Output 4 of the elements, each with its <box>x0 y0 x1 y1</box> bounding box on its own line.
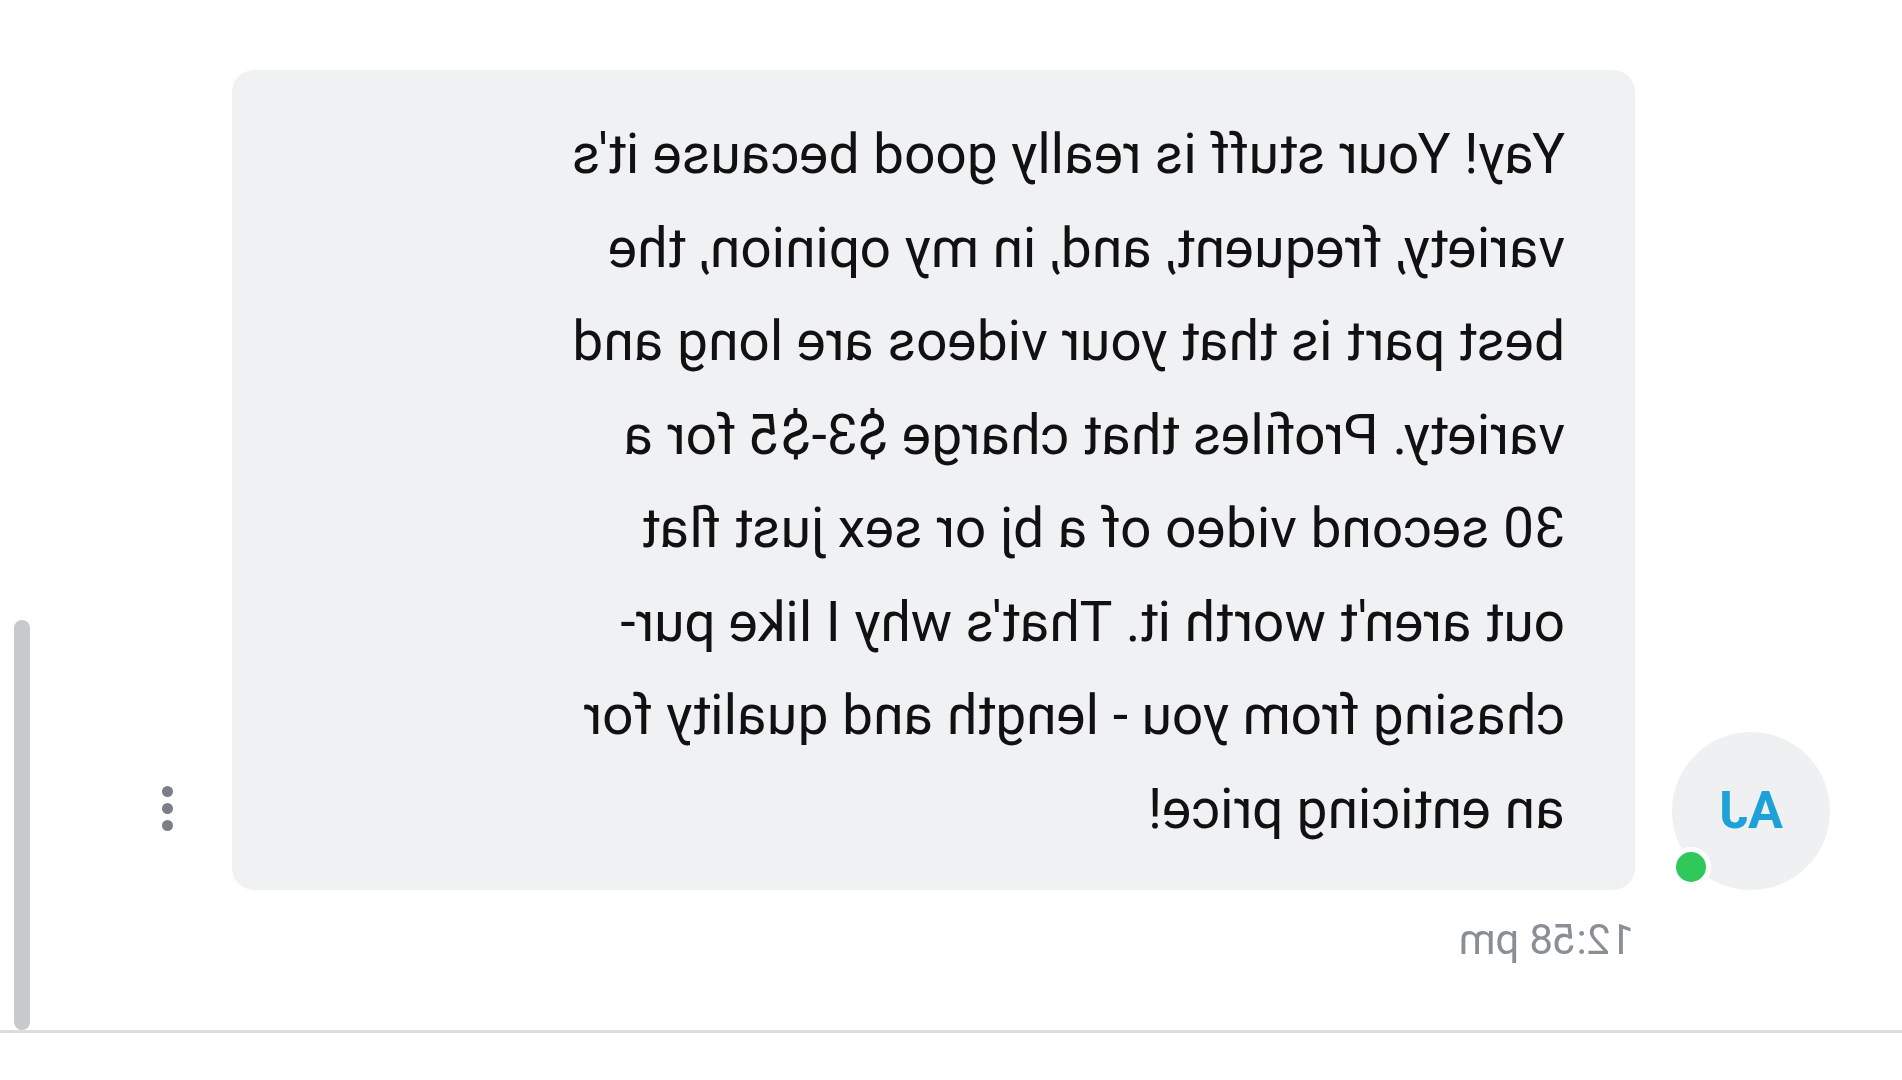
scrollbar[interactable] <box>14 620 30 1030</box>
avatar: AJ <box>1672 732 1830 890</box>
message-text: Yay! Your stuff is really good because it's variety, frequent, and, in my opinion, the best part is that your videos are long and variety. Profiles that charge $3-$5 for a 30 second video of a bj or sex just flat out aren't worth it. That's why I like pur- chasing from you - length and quality for an enticing price! <box>570 121 1565 843</box>
message-time: 12:58 pm <box>1458 915 1634 964</box>
